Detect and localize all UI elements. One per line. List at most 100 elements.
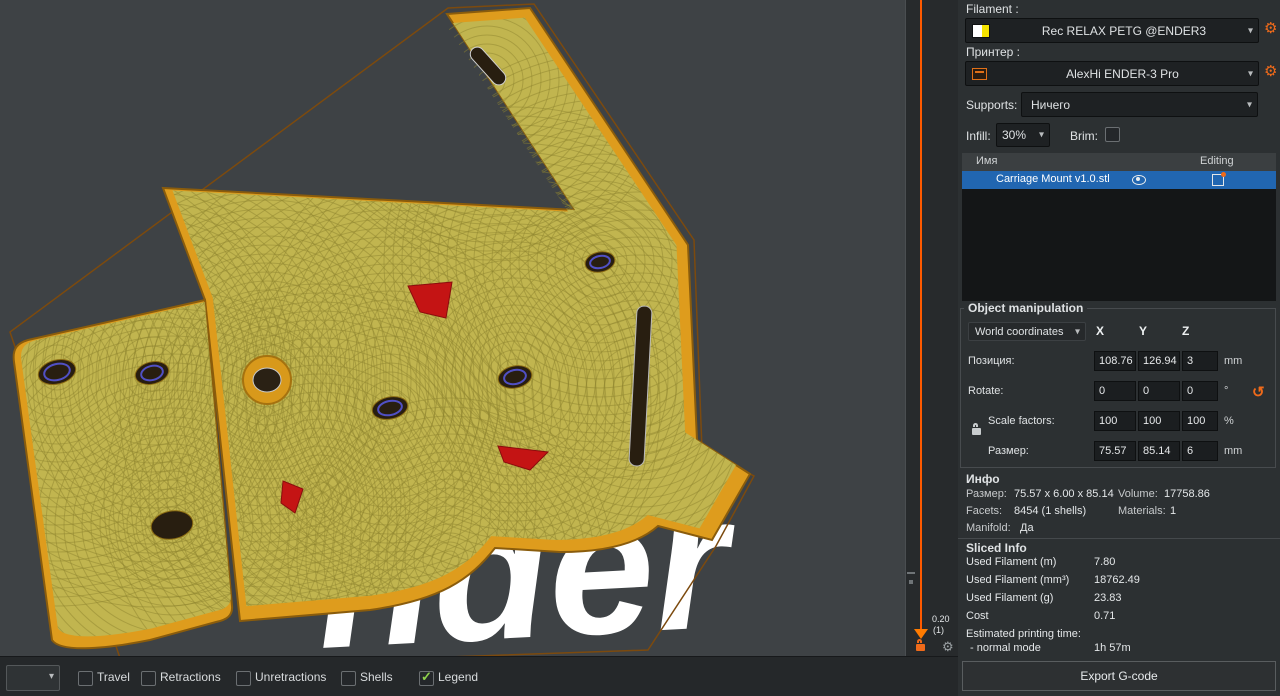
position-y-input[interactable] (1138, 351, 1180, 371)
travel-label: Travel (97, 670, 130, 684)
retractions-checkbox[interactable] (141, 671, 156, 686)
size-unit: mm (1224, 445, 1243, 457)
printer-icon (972, 67, 987, 80)
sliced-info-title: Sliced Info (966, 541, 1027, 555)
slider-tick (909, 580, 913, 584)
info-volume-label: Volume: (1118, 488, 1158, 500)
normal-mode-label: - normal mode (970, 642, 1041, 654)
object-manipulation-title: Object manipulation (964, 301, 1088, 315)
filament-combo[interactable]: Rec RELAX PETG @ENDER3 ▾ (965, 18, 1259, 43)
printing-time-label: Estimated printing time: (966, 628, 1081, 640)
position-z-input[interactable] (1182, 351, 1218, 371)
coordinate-system-dropdown[interactable]: World coordinates ▾ (968, 322, 1086, 341)
size-label: Размер: (988, 445, 1029, 457)
info-volume-value: 17758.86 (1164, 488, 1210, 500)
slider-tick (907, 572, 915, 574)
used-filament-mm3-value: 18762.49 (1094, 574, 1140, 586)
used-filament-mm3-label: Used Filament (mm³) (966, 574, 1070, 586)
chevron-down-icon: ▾ (1074, 326, 1080, 337)
info-facets-value: 8454 (1 shells) (1014, 505, 1087, 517)
supports-label: Supports: (966, 98, 1018, 112)
position-x-input[interactable] (1094, 351, 1136, 371)
slider-lock-icon[interactable] (916, 639, 925, 651)
size-y-input[interactable] (1138, 441, 1180, 461)
supports-value: Ничего (1031, 97, 1071, 112)
bottom-toolbar: ▾ Travel Retractions Unretractions Shell… (0, 656, 958, 696)
shells-checkbox[interactable] (341, 671, 356, 686)
printer-value: AlexHi ENDER-3 Pro (1066, 66, 1179, 81)
info-size-label: Размер: (966, 488, 1007, 500)
object-row-selected[interactable]: Carriage Mount v1.0.stl (962, 171, 1276, 189)
column-editing: Editing (1200, 155, 1234, 167)
viewport-3d[interactable]: nder (0, 0, 905, 656)
export-gcode-button[interactable]: Export G-code (962, 661, 1276, 691)
info-manifold-value: Да (1020, 522, 1034, 534)
brim-checkbox[interactable] (1105, 127, 1120, 142)
sliced-model-preview: nder (9, 3, 756, 656)
infill-combo[interactable]: 30% ▾ (996, 123, 1050, 147)
chevron-down-icon: ▾ (1247, 68, 1253, 79)
shells-label: Shells (360, 670, 393, 684)
check-icon: ✓ (421, 669, 432, 684)
rotate-y-input[interactable] (1138, 381, 1180, 401)
scale-y-input[interactable] (1138, 411, 1180, 431)
object-table-header: Имя Editing (962, 153, 1276, 171)
info-materials-label: Materials: (1118, 505, 1166, 517)
chevron-down-icon: ▾ (1247, 25, 1253, 36)
slider-settings-gear-icon[interactable]: ⚙ (942, 639, 954, 654)
info-size-value: 75.57 x 6.00 x 85.14 (1014, 488, 1114, 500)
position-label: Позиция: (968, 355, 1015, 367)
scale-z-input[interactable] (1182, 411, 1218, 431)
rotate-reset-icon[interactable]: ↺ (1252, 383, 1265, 401)
scale-x-input[interactable] (1094, 411, 1136, 431)
printer-combo[interactable]: AlexHi ENDER-3 Pro ▾ (965, 61, 1259, 86)
layer-slider-strip: 0.20 (1) ⚙ (905, 0, 958, 656)
info-facets-label: Facets: (966, 505, 1003, 517)
axis-x-header: X (1096, 324, 1105, 338)
column-name: Имя (976, 155, 998, 167)
uniform-scale-lock-icon[interactable] (972, 423, 981, 435)
rotate-x-input[interactable] (1094, 381, 1136, 401)
filament-settings-gear-icon[interactable]: ⚙ (1264, 21, 1277, 36)
chevron-down-icon: ▾ (1038, 129, 1044, 141)
view-type-dropdown[interactable]: ▾ (6, 665, 60, 691)
used-filament-m-label: Used Filament (m) (966, 556, 1057, 568)
brim-label: Brim: (1070, 129, 1098, 143)
layer-slider-handle[interactable] (914, 629, 928, 639)
printer-label: Принтер : (966, 45, 1021, 59)
chevron-down-icon: ▾ (48, 671, 54, 682)
infill-label: Infill: (966, 129, 991, 143)
cost-value: 0.71 (1094, 610, 1116, 622)
rotate-z-input[interactable] (1182, 381, 1218, 401)
travel-checkbox[interactable] (78, 671, 93, 686)
size-x-input[interactable] (1094, 441, 1136, 461)
filament-label: Filament : (966, 2, 1019, 16)
info-section-title: Инфо (966, 472, 1000, 486)
divider (958, 538, 1280, 539)
info-manifold-label: Manifold: (966, 522, 1011, 534)
used-filament-g-label: Used Filament (g) (966, 592, 1054, 604)
unretractions-checkbox[interactable] (236, 671, 251, 686)
chevron-down-icon: ▾ (1246, 99, 1252, 110)
object-name: Carriage Mount v1.0.stl (996, 173, 1110, 185)
rotate-label: Rotate: (968, 385, 1004, 397)
editing-icon[interactable] (1212, 172, 1226, 186)
supports-combo[interactable]: Ничего ▾ (1021, 92, 1258, 117)
position-unit: mm (1224, 355, 1243, 367)
object-list-empty-area[interactable] (962, 189, 1276, 301)
printer-settings-gear-icon[interactable]: ⚙ (1264, 64, 1277, 79)
size-z-input[interactable] (1182, 441, 1218, 461)
axis-z-header: Z (1182, 324, 1190, 338)
visibility-eye-icon[interactable] (1132, 175, 1146, 185)
filament-value: Rec RELAX PETG @ENDER3 (1041, 23, 1207, 38)
rotate-unit: ° (1224, 385, 1229, 397)
axis-y-header: Y (1139, 324, 1148, 338)
layer-index-value: (1) (933, 625, 944, 635)
scale-unit: % (1224, 415, 1234, 427)
scale-label: Scale factors: (988, 415, 1055, 427)
retractions-label: Retractions (160, 670, 221, 684)
normal-mode-value: 1h 57m (1094, 642, 1131, 654)
layer-slider-track[interactable] (920, 0, 922, 631)
legend-checkbox[interactable]: ✓ (419, 669, 434, 686)
used-filament-g-value: 23.83 (1094, 592, 1122, 604)
